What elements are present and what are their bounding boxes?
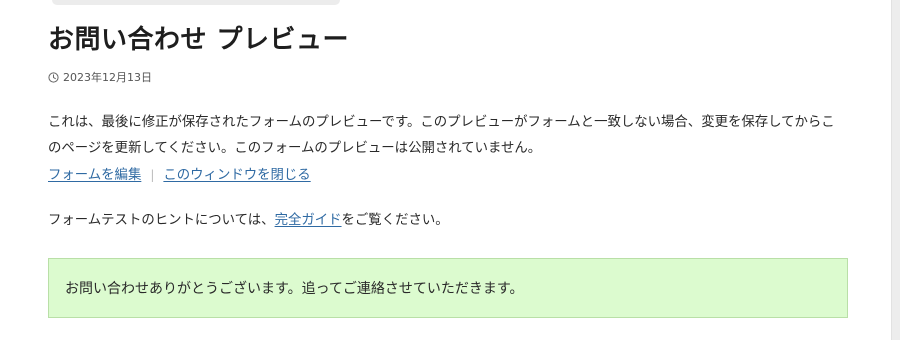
edit-form-link[interactable]: フォームを編集 (48, 168, 141, 183)
complete-guide-link[interactable]: 完全ガイド (275, 213, 342, 228)
hint-text-after: をご覧ください。 (341, 213, 449, 228)
post-date: 2023年12月13日 (48, 69, 152, 85)
close-window-link[interactable]: このウィンドウを閉じる (163, 168, 310, 183)
link-separator: | (150, 168, 155, 182)
page-title: お問い合わせ プレビュー (48, 25, 350, 55)
date-text: 2023年12月13日 (63, 71, 152, 84)
preview-description: これは、最後に修正が保存されたフォームのプレビューです。このプレビューがフォーム… (48, 115, 835, 156)
preview-page: お問い合わせ プレビュー 2023年12月13日 これは、最後に修正が保存された… (0, 0, 900, 340)
clock-icon (48, 71, 59, 83)
action-links: フォームを編集 | このウィンドウを閉じる (48, 162, 311, 189)
hint-text-before: フォームテストのヒントについては、 (48, 213, 275, 228)
confirmation-message: お問い合わせありがとうございます。追ってご連絡させていただきます。 (65, 281, 524, 297)
scrollbar-track[interactable] (891, 0, 900, 340)
testing-hint: フォームテストのヒントについては、完全ガイドをご覧ください。 (48, 208, 449, 234)
confirmation-notice: お問い合わせありがとうございます。追ってご連絡させていただきます。 (48, 258, 848, 318)
top-bar-remnant (52, 0, 340, 5)
